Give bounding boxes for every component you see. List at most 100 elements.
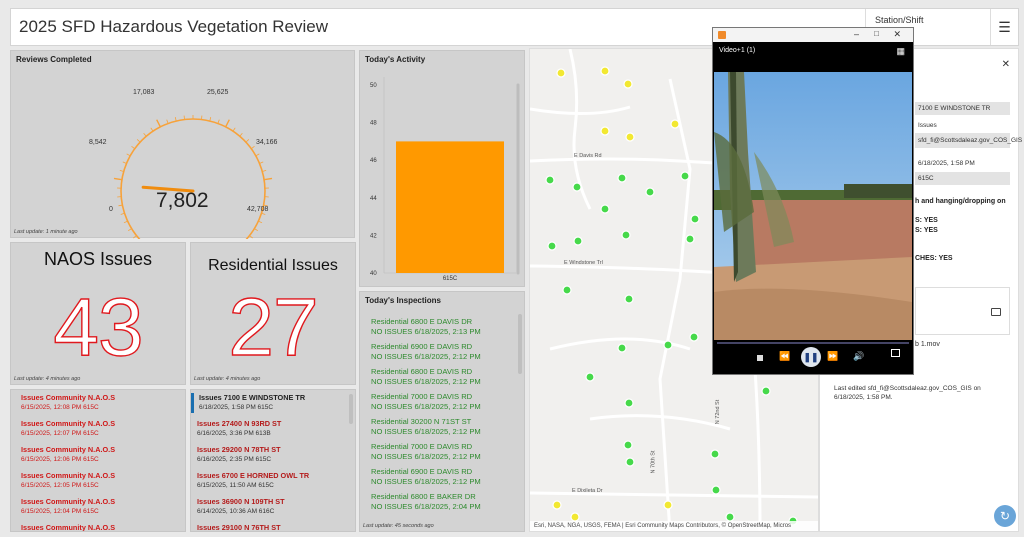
inspection-point[interactable] (552, 500, 562, 510)
inspection-point[interactable] (600, 204, 610, 214)
gauge-tick-mark (143, 132, 147, 137)
inspection-point[interactable] (556, 68, 566, 78)
inspection-point[interactable] (663, 340, 673, 350)
inspection-item[interactable]: Residential 6800 E DAVIS DR NO ISSUES 6/1… (371, 317, 521, 337)
inspection-item[interactable]: Residential 7000 E DAVIS RD NO ISSUES 6/1… (371, 442, 521, 462)
residential-list-item-detail: 6/15/2025, 11:50 AM 615C (197, 482, 274, 489)
refresh-icon[interactable]: ↻ (994, 505, 1016, 527)
inspection-point[interactable] (617, 173, 627, 183)
y-tick-label: 50 (370, 83, 377, 89)
residential-list-item-title: Issues 29100 N 76TH ST (197, 523, 281, 531)
menu-icon[interactable]: ☰ (990, 9, 1018, 45)
gauge-tick-mark (127, 228, 132, 232)
inspection-point[interactable] (761, 386, 771, 396)
inspection-point[interactable] (572, 182, 582, 192)
attachment-card[interactable] (915, 287, 1010, 335)
inspection-address: Residential 7000 E DAVIS RD (371, 442, 473, 451)
inspection-point[interactable] (725, 512, 735, 522)
inspection-point[interactable] (623, 79, 633, 89)
inspection-point[interactable] (573, 236, 583, 246)
gauge-tick-0: 0 (109, 206, 113, 213)
inspection-point[interactable] (621, 230, 631, 240)
inspection-address: Residential 6900 E DAVIS RD (371, 467, 473, 476)
naos-list-item[interactable]: Issues Community N.A.O.S 6/15/2025, 12:07… (21, 419, 181, 439)
inspection-point[interactable] (617, 343, 627, 353)
inspection-point[interactable] (690, 214, 700, 224)
inspection-point[interactable] (624, 398, 634, 408)
maximize-icon[interactable]: □ (874, 29, 879, 38)
naos-list: Issues Community N.A.O.S 6/15/2025, 12:08… (21, 393, 181, 531)
naos-list-item[interactable]: Issues Community N.A.O.S 6/15/2025, 12:04… (21, 497, 181, 517)
naos-list-item[interactable]: Issues Community N.A.O.S (21, 523, 181, 531)
video-controls: ⏪ ❚❚ ⏩ 🔊 (713, 340, 913, 374)
y-tick-label: 40 (370, 271, 377, 277)
inspection-item[interactable]: Residential 30200 N 71ST ST NO ISSUES 6/1… (371, 417, 521, 437)
inspection-point[interactable] (710, 449, 720, 459)
fullscreen-icon[interactable] (891, 349, 900, 357)
inspection-point[interactable] (625, 132, 635, 142)
y-tick-label: 46 (370, 158, 377, 164)
video-frame (714, 72, 912, 360)
inspection-item[interactable]: Residential 6900 E DAVIS RD NO ISSUES 6/1… (371, 467, 521, 487)
naos-count: 43 (53, 281, 145, 373)
residential-list-item[interactable]: Issues 6700 E HORNED OWL TR 6/15/2025, 11… (191, 471, 346, 491)
inspection-address: Residential 6800 E DAVIS RD (371, 367, 473, 376)
inspection-point[interactable] (585, 372, 595, 382)
video-options-icon[interactable]: ▦ (896, 46, 905, 57)
residential-scrollbar[interactable] (349, 394, 353, 424)
inspection-point[interactable] (685, 234, 695, 244)
inspection-item[interactable]: Residential 6800 E BAKER DR NO ISSUES 6/1… (371, 492, 521, 512)
naos-list-item[interactable]: Issues Community N.A.O.S 6/15/2025, 12:08… (21, 393, 181, 413)
inspection-point[interactable] (711, 485, 721, 495)
inspection-point[interactable] (623, 440, 633, 450)
residential-list-item[interactable]: Issues 7100 E WINDSTONE TR 6/18/2025, 1:5… (191, 393, 346, 413)
detail-answer-3: CHES: YES (915, 255, 953, 262)
inspection-point[interactable] (625, 457, 635, 467)
inspection-point[interactable] (570, 512, 580, 522)
naos-list-item-title: Issues Community N.A.O.S (21, 419, 116, 428)
residential-list-item[interactable]: Issues 36900 N 109TH ST 6/14/2025, 10:36 … (191, 497, 346, 517)
naos-list-item-detail: 6/15/2025, 12:05 PM 615C (21, 482, 99, 489)
inspection-point[interactable] (645, 187, 655, 197)
inspection-point[interactable] (670, 119, 680, 129)
inspection-point[interactable] (600, 66, 610, 76)
residential-list-item-title: Issues 36900 N 109TH ST (197, 497, 285, 506)
minimize-icon[interactable]: – (854, 29, 859, 39)
naos-list-item[interactable]: Issues Community N.A.O.S 6/15/2025, 12:05… (21, 471, 181, 491)
inspection-point[interactable] (680, 171, 690, 181)
inspection-item[interactable]: Residential 6900 E DAVIS RD NO ISSUES 6/1… (371, 342, 521, 362)
pause-button[interactable]: ❚❚ (801, 347, 821, 367)
residential-list-item[interactable]: Issues 29200 N 78TH ST 6/16/2025, 2:35 PM… (191, 445, 346, 465)
inspection-point[interactable] (689, 332, 699, 342)
inspection-status: NO ISSUES 6/18/2025, 2:13 PM (371, 327, 481, 336)
inspection-item[interactable]: Residential 6800 E DAVIS RD NO ISSUES 6/1… (371, 367, 521, 387)
inspection-point[interactable] (624, 294, 634, 304)
fast-forward-icon[interactable]: ⏩ (827, 351, 838, 362)
inspection-point[interactable] (600, 126, 610, 136)
inspection-point[interactable] (547, 241, 557, 251)
inspections-scrollbar[interactable] (518, 314, 522, 374)
inspection-status: NO ISSUES 6/18/2025, 2:04 PM (371, 502, 481, 511)
stop-icon[interactable] (757, 355, 763, 361)
inspection-point[interactable] (663, 500, 673, 510)
attachment-name[interactable]: b 1.mov (915, 341, 940, 348)
close-icon[interactable]: ✕ (1002, 59, 1010, 70)
inspection-point[interactable] (545, 175, 555, 185)
naos-title: NAOS Issues (43, 249, 153, 269)
inspection-status: NO ISSUES 6/18/2025, 2:12 PM (371, 352, 481, 361)
residential-list-item-title: Issues 27400 N 93RD ST (197, 419, 282, 428)
residential-list-item-title: Issues 7100 E WINDSTONE TR (199, 393, 306, 402)
volume-icon[interactable]: 🔊 (853, 351, 864, 362)
inspection-point[interactable] (562, 285, 572, 295)
map-attribution: Esri, NASA, NGA, USGS, FEMA | Esri Commu… (530, 521, 818, 531)
close-icon[interactable]: ✕ (893, 29, 901, 40)
naos-list-item[interactable]: Issues Community N.A.O.S 6/15/2025, 12:06… (21, 445, 181, 465)
gauge-tick-mark (239, 132, 243, 137)
residential-list-item[interactable]: Issues 29100 N 76TH ST (191, 523, 346, 531)
seek-bar[interactable] (717, 342, 909, 344)
residential-list-item[interactable]: Issues 27400 N 93RD ST 6/16/2025, 3:36 PM… (191, 419, 346, 439)
residential-list-item-detail: 6/16/2025, 3:36 PM 613B (197, 430, 271, 437)
inspection-item[interactable]: Residential 7000 E DAVIS RD NO ISSUES 6/1… (371, 392, 521, 412)
rewind-icon[interactable]: ⏪ (779, 351, 790, 362)
detail-status: Issues (918, 122, 937, 129)
